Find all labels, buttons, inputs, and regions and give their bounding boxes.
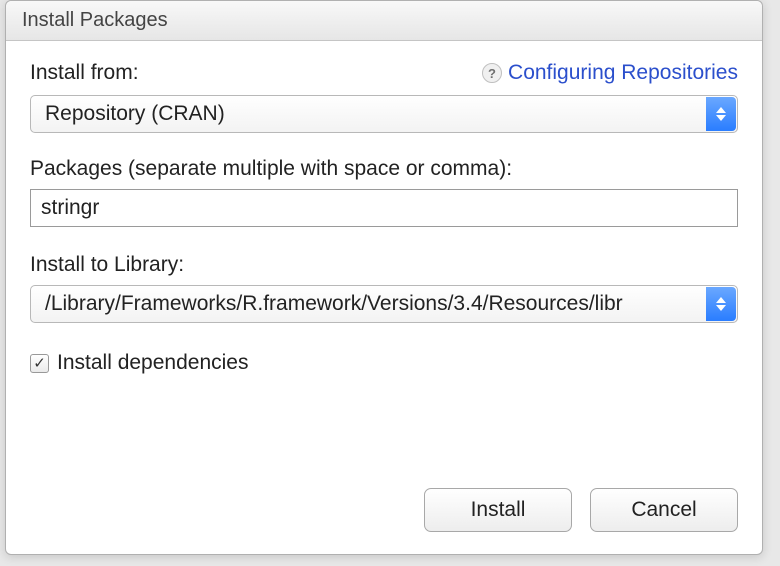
install-dependencies-label: Install dependencies: [57, 351, 248, 375]
install-button[interactable]: Install: [424, 488, 572, 532]
chevron-down-icon: [716, 305, 726, 311]
chevron-up-icon: [716, 297, 726, 303]
install-to-select[interactable]: /Library/Frameworks/R.framework/Versions…: [30, 285, 738, 323]
help-icon[interactable]: ?: [482, 63, 502, 83]
install-packages-dialog: Install Packages Install from: ? Configu…: [5, 0, 763, 555]
dialog-content: Install from: ? Configuring Repositories…: [6, 41, 762, 470]
button-row: Install Cancel: [6, 470, 762, 554]
install-to-select-wrap: /Library/Frameworks/R.framework/Versions…: [30, 285, 738, 323]
dialog-titlebar: Install Packages: [6, 1, 762, 41]
dependencies-row: ✓ Install dependencies: [30, 351, 738, 375]
chevron-down-icon: [716, 115, 726, 121]
install-from-label: Install from:: [30, 61, 139, 85]
install-dependencies-checkbox[interactable]: ✓: [30, 354, 49, 373]
install-to-value: /Library/Frameworks/R.framework/Versions…: [45, 292, 623, 316]
packages-input[interactable]: [30, 189, 738, 227]
install-from-select[interactable]: Repository (CRAN): [30, 95, 738, 133]
install-from-select-wrap: Repository (CRAN): [30, 95, 738, 133]
install-from-value: Repository (CRAN): [45, 102, 225, 126]
dialog-title: Install Packages: [22, 9, 168, 31]
install-to-label: Install to Library:: [30, 253, 738, 277]
select-arrows-icon: [706, 97, 736, 131]
chevron-up-icon: [716, 107, 726, 113]
configuring-repositories-link[interactable]: Configuring Repositories: [508, 61, 738, 85]
packages-label: Packages (separate multiple with space o…: [30, 157, 738, 181]
checkmark-icon: ✓: [33, 356, 46, 371]
cancel-button[interactable]: Cancel: [590, 488, 738, 532]
install-from-row: Install from: ? Configuring Repositories: [30, 61, 738, 85]
help-group: ? Configuring Repositories: [482, 61, 738, 85]
select-arrows-icon: [706, 287, 736, 321]
